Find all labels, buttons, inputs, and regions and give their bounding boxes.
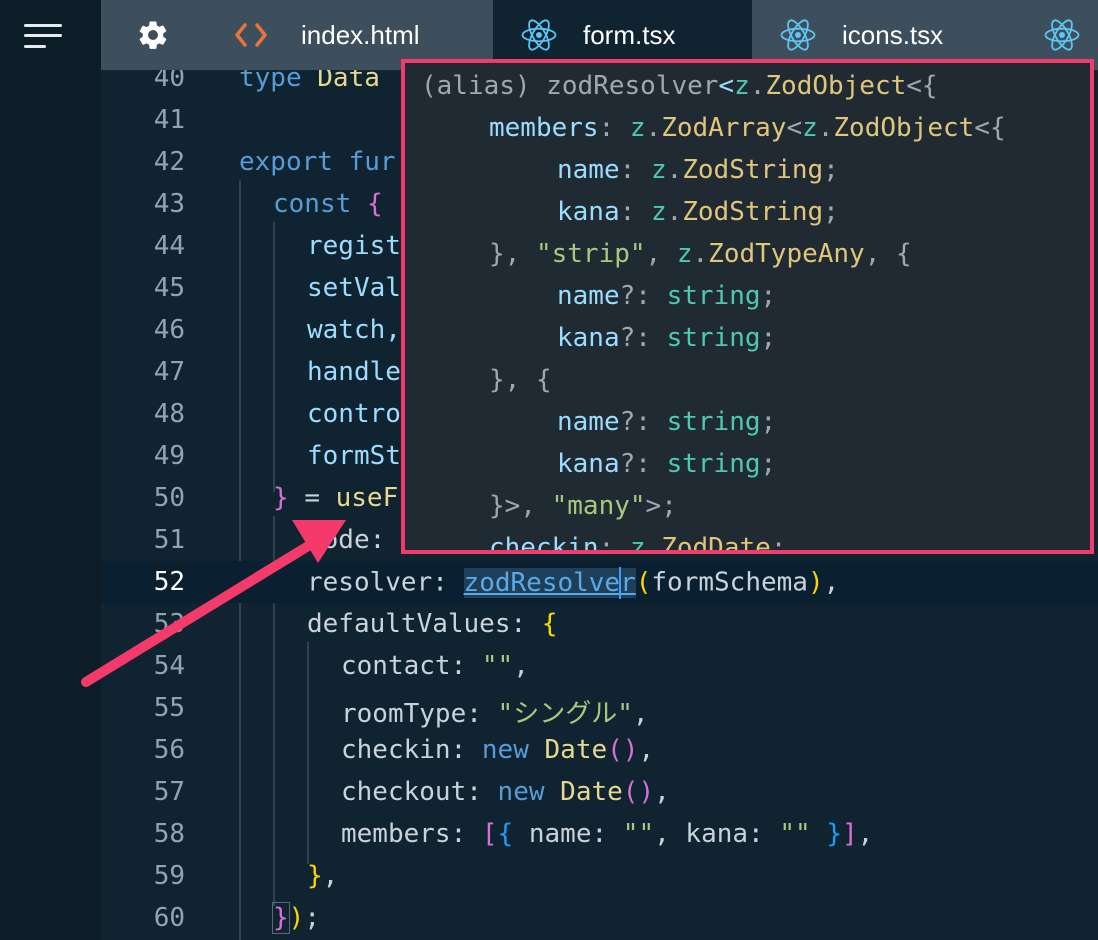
code-line: 53 defaultValues: { — [101, 603, 1098, 645]
code-text: handle — [307, 357, 401, 387]
line-number: 48 — [153, 399, 185, 429]
tab-label: form.tsx — [583, 19, 676, 50]
code-text: contact: "", — [341, 651, 529, 681]
tooltip-line: checkin: z.ZodDate; — [489, 533, 787, 554]
code-text: setVal — [307, 273, 401, 303]
line-number: 46 — [153, 315, 185, 345]
tooltip-line: kana?: string; — [557, 323, 777, 353]
line-number: 42 — [153, 147, 185, 177]
code-text: mode: — [307, 525, 386, 555]
tooltip-line: name?: string; — [557, 281, 777, 311]
react-icon — [521, 17, 557, 53]
line-number: 54 — [153, 651, 185, 681]
code-text: checkin: new Date(), — [341, 735, 655, 765]
line-number: 44 — [153, 231, 185, 261]
code-line-current: 52 resolver: zodResolver(formSchema), — [101, 561, 1098, 603]
line-number: 43 — [153, 189, 185, 219]
react-icon — [1044, 17, 1080, 53]
line-number: 57 — [153, 777, 185, 807]
code-text: }, — [307, 861, 339, 891]
line-number: 53 — [153, 609, 185, 639]
line-number: 51 — [153, 525, 185, 555]
code-text: members: [{ name: "", kana: "" }], — [341, 819, 874, 849]
code-line: 54 contact: "", — [101, 645, 1098, 687]
code-line: 58 members: [{ name: "", kana: "" }], — [101, 813, 1098, 855]
react-icon — [780, 17, 816, 53]
code-line: 57 checkout: new Date(), — [101, 771, 1098, 813]
gear-icon — [139, 21, 167, 49]
tooltip-line: members: z.ZodArray<z.ZodObject<{ — [489, 113, 1006, 143]
line-number: 45 — [153, 273, 185, 303]
code-text: defaultValues: { — [307, 609, 558, 639]
tooltip-line: kana?: string; — [557, 449, 777, 479]
line-number: 58 — [153, 819, 185, 849]
code-text: resolver: zodResolver(formSchema), — [307, 567, 840, 599]
menu-icon[interactable] — [24, 22, 62, 50]
code-text: const { — [273, 189, 383, 219]
code-text: watch, — [307, 315, 401, 345]
code-text: type Data — [239, 70, 380, 93]
activity-bar — [0, 0, 101, 940]
line-number: 59 — [153, 861, 185, 891]
code-text: formSt — [307, 441, 401, 471]
code-text: contro — [307, 399, 401, 429]
tooltip-line: }>, "many">; — [489, 491, 677, 521]
tooltip-line: }, "strip", z.ZodTypeAny, { — [489, 239, 912, 269]
tooltip-line: name: z.ZodString; — [557, 155, 839, 185]
line-number: 56 — [153, 735, 185, 765]
type-hover-tooltip: (alias) zodResolver<z.ZodObject<{ member… — [401, 59, 1094, 554]
line-number: 47 — [153, 357, 185, 387]
tab-label: index.html — [301, 19, 420, 50]
code-line: 56 checkin: new Date(), — [101, 729, 1098, 771]
code-text: } = useF — [273, 483, 399, 513]
code-text: checkout: new Date(), — [341, 777, 670, 807]
line-number: 40 — [153, 70, 185, 93]
code-text: export fur — [239, 147, 396, 177]
tooltip-line: (alias) zodResolver<z.ZodObject<{ — [421, 71, 938, 101]
code-line: 60 }); — [101, 897, 1098, 939]
code-text: roomType: "シングル", — [341, 699, 649, 729]
line-number: 50 — [153, 483, 185, 513]
line-number: 52 — [153, 567, 185, 597]
settings-button[interactable] — [101, 0, 205, 70]
text-cursor — [619, 567, 622, 599]
tooltip-line: }, { — [489, 365, 552, 395]
symbol-zodresolver[interactable]: zodResolver — [463, 567, 636, 599]
line-number: 41 — [153, 105, 185, 135]
code-text: }); — [272, 902, 320, 934]
tooltip-line: kana: z.ZodString; — [557, 197, 839, 227]
tooltip-line: name?: string; — [557, 407, 777, 437]
code-text: regist — [307, 231, 401, 261]
html-brackets-icon — [233, 21, 269, 49]
line-number: 49 — [153, 441, 185, 471]
line-number: 60 — [153, 903, 185, 933]
code-line: 59 }, — [101, 855, 1098, 897]
line-number: 55 — [153, 693, 185, 723]
tab-label: icons.tsx — [842, 19, 944, 50]
code-line: 55 roomType: "シングル", — [101, 687, 1098, 729]
